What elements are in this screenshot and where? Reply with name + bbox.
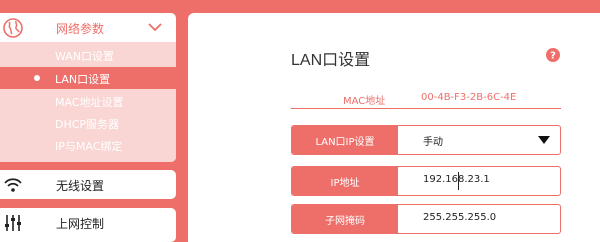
field-label: LAN口IP设置 [292,126,398,154]
sliders-icon [5,215,21,231]
sidebar-group-header-network[interactable]: 网络参数 [0,13,176,42]
sidebar-item-lan[interactable]: LAN口设置 [0,67,176,89]
sidebar-item-label: LAN口设置 [55,73,111,86]
subnet-mask-field[interactable]: 子网掩码 255.255.255.0 [291,204,561,234]
sidebar-item-label: IP与MAC绑定 [55,140,123,153]
wifi-icon [4,178,22,192]
field-label: 子网掩码 [292,205,398,233]
ip-address-input[interactable]: 192.168.23.1 [423,174,490,185]
sidebar-group-label: 网络参数 [56,22,105,36]
sidebar-group-label: 无线设置 [56,179,105,193]
field-label: IP地址 [292,167,398,195]
caret-down-icon[interactable] [538,136,550,144]
active-dot-icon [34,75,40,81]
subnet-mask-input[interactable]: 255.255.255.0 [423,212,496,223]
text-cursor [458,172,459,190]
sidebar-item-label: WAN口设置 [55,50,115,63]
sidebar-group-label: 上网控制 [56,217,105,231]
sidebar-submenu: WAN口设置 LAN口设置 MAC地址设置 DHCP服务器 IP与MAC绑定 [0,42,176,162]
main-panel: LAN口设置 ? MAC地址 00-4B-F3-2B-6C-4E LAN口IP设… [188,13,600,242]
sidebar-item-dhcp[interactable]: DHCP服务器 [0,112,176,134]
page-title: LAN口设置 [291,52,371,69]
svg-text:?: ? [550,51,556,62]
lan-ip-mode-value: 手动 [423,137,443,148]
sidebar-group-access-control[interactable]: 上网控制 [0,208,176,242]
sidebar-item-wan[interactable]: WAN口设置 [0,44,176,66]
sidebar-item-label: MAC地址设置 [55,96,124,109]
globe-icon [3,18,23,38]
mac-address-label: MAC地址 [343,96,386,107]
ip-address-field[interactable]: IP地址 192.168.23.1 [291,166,561,196]
sidebar-group-wireless[interactable]: 无线设置 [0,170,176,199]
mac-address-row: MAC地址 00-4B-F3-2B-6C-4E [291,90,561,109]
chevron-down-icon[interactable] [148,22,162,32]
sidebar-item-label: DHCP服务器 [55,118,120,131]
mac-address-value: 00-4B-F3-2B-6C-4E [421,92,517,103]
sidebar-group-network: 网络参数 WAN口设置 LAN口设置 MAC地址设置 DHCP服务器 IP与MA… [0,13,176,162]
sidebar-group-header-wireless[interactable]: 无线设置 [0,170,176,199]
lan-ip-mode-select[interactable]: LAN口IP设置 手动 [291,125,561,155]
help-icon[interactable]: ? [546,48,560,62]
sidebar-item-mac[interactable]: MAC地址设置 [0,90,176,112]
sidebar-group-header-access-control[interactable]: 上网控制 [0,208,176,237]
sidebar-item-ip-mac-bind[interactable]: IP与MAC绑定 [0,134,176,156]
